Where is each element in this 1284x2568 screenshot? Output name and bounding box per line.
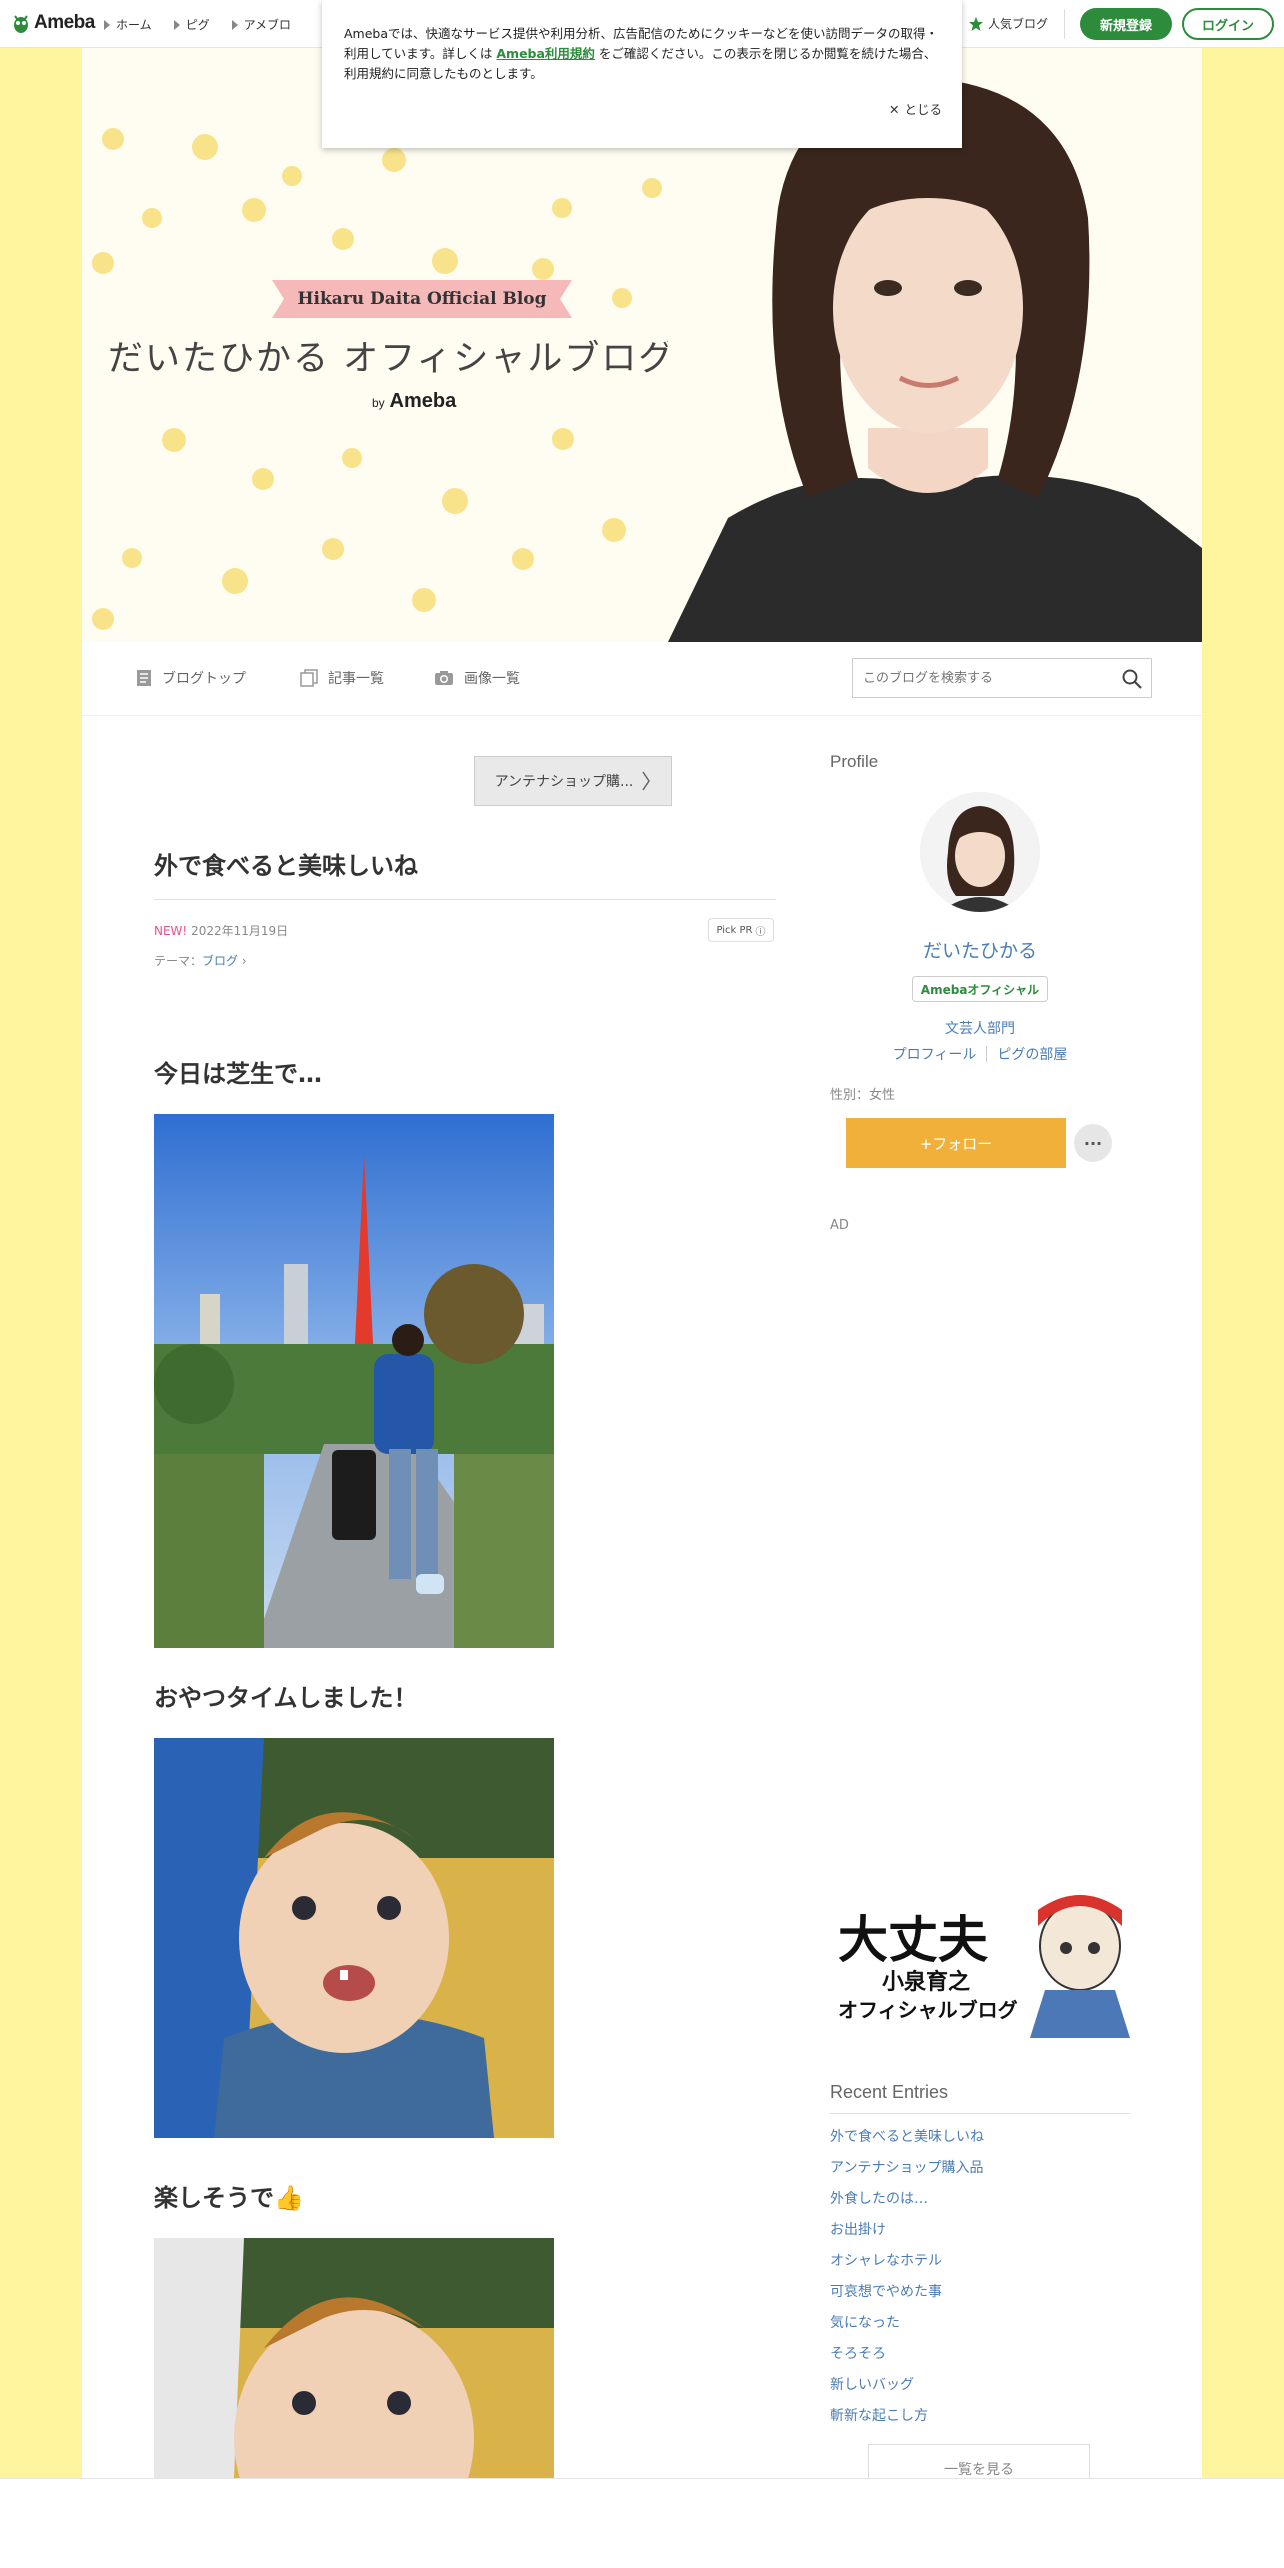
entry-photo-baby-2[interactable] <box>154 2238 554 2478</box>
entry-theme: テーマ：ブログ › <box>154 952 247 969</box>
blog-nav: ブログトップ 記事一覧 画像一覧 <box>82 642 1202 716</box>
popular-blog-link[interactable]: 人気ブログ <box>968 15 1048 32</box>
entry-meta: NEW! 2022年11月19日 <box>154 922 288 939</box>
banner-subtitle: 小泉育之 <box>882 1970 971 1995</box>
cookie-close-button[interactable]: ✕ とじる <box>889 100 942 120</box>
profile-avatar[interactable] <box>920 792 1040 912</box>
entry-title[interactable]: 外で食べると美味しいね <box>154 846 776 900</box>
profile-gender: 性別：女性 <box>830 1088 896 1103</box>
recent-entries-heading: Recent Entries <box>830 2082 1130 2114</box>
recent-entry-link[interactable]: そろそろ <box>830 2343 1130 2374</box>
close-icon: ✕ <box>889 102 900 117</box>
brand-label: Ameba <box>389 390 457 412</box>
banner-title: 大丈夫 <box>838 1911 988 1969</box>
blog-search <box>852 658 1152 698</box>
entry-date: 2022年11月19日 <box>191 924 289 938</box>
recent-entry-link[interactable]: 外食したのは… <box>830 2188 1130 2219</box>
pig-room-link[interactable]: ピグの部屋 <box>997 1044 1067 1064</box>
recent-entry-link[interactable]: アンテナショップ購入品 <box>830 2157 1130 2188</box>
pr-entry-link[interactable]: アンテナショップ購... <box>474 756 672 806</box>
profile-heading: Profile <box>830 752 879 771</box>
entry-heading-2: おやつタイムしました！ <box>154 1684 418 1712</box>
pick-pr-label: Pick PR <box>716 924 753 936</box>
header-divider <box>1064 9 1065 39</box>
sidebar-banner-ad[interactable]: 大丈夫 小泉育之 オフィシャルブログ <box>830 1886 1130 2038</box>
by-label: by <box>372 396 385 410</box>
by-ameba-logo: by Ameba <box>372 390 456 413</box>
link-separator <box>986 1046 988 1062</box>
recent-entry-link[interactable]: 可哀想でやめた事 <box>830 2281 1130 2312</box>
theme-link[interactable]: ブログ <box>202 954 238 968</box>
pr-entry-label: アンテナショップ購... <box>494 774 634 790</box>
nav-pig-label: ピグ <box>185 18 210 32</box>
pick-pr-badge[interactable]: Pick PR ⓘ <box>708 918 774 942</box>
nav-blog-top[interactable]: ブログトップ <box>136 668 246 688</box>
copy-icon <box>300 669 318 687</box>
blog-page: Hikaru Daita Official Blog だいたひかる オフィシャル… <box>82 48 1202 2494</box>
theme-label: テーマ： <box>154 954 203 968</box>
entry-heading-1: 今日は芝生で… <box>154 1060 322 1088</box>
register-button[interactable]: 新規登録 <box>1080 8 1172 40</box>
profile-category[interactable]: 文芸人部門 <box>830 1018 1130 1038</box>
entry-photo-baby-1[interactable] <box>154 1738 554 2138</box>
nav-image-list[interactable]: 画像一覧 <box>434 668 520 688</box>
follow-button[interactable]: +フォロー <box>846 1118 1066 1168</box>
nav-ameblo[interactable]: アメブロ <box>231 16 292 33</box>
blog-title: だいたひかる オフィシャルブログ <box>108 339 676 379</box>
ameba-logo-text: Ameba <box>34 12 95 33</box>
triangle-icon <box>104 19 110 30</box>
global-nav: ホーム ピグ アメブロ <box>104 16 291 33</box>
nav-entry-list-label: 記事一覧 <box>328 671 384 687</box>
cookie-close-label: とじる <box>904 102 942 117</box>
recent-entry-link[interactable]: 外で食べると美味しいね <box>830 2126 1130 2157</box>
triangle-icon <box>173 19 180 30</box>
info-icon: ⓘ <box>755 926 766 938</box>
nav-image-list-label: 画像一覧 <box>464 671 520 687</box>
blog-search-input[interactable] <box>853 659 1103 697</box>
nav-home[interactable]: ホーム <box>104 16 152 33</box>
document-icon <box>137 670 151 686</box>
recent-entries-list: 外で食べると美味しいね アンテナショップ購入品 外食したのは… お出掛け オシャ… <box>830 2126 1130 2436</box>
entry-heading-3-text: 楽しそうで <box>154 2184 274 2212</box>
recent-entry-link[interactable]: 気になった <box>830 2312 1130 2343</box>
banner-caption: オフィシャルブログ <box>838 1998 1018 2022</box>
recent-entry-link[interactable]: お出掛け <box>830 2219 1130 2250</box>
ameba-logo-icon <box>14 15 28 33</box>
login-button[interactable]: ログイン <box>1182 8 1274 40</box>
recent-entry-link[interactable]: オシャレなホテル <box>830 2250 1130 2281</box>
popular-blog-label: 人気ブログ <box>988 17 1049 31</box>
recent-entry-link[interactable]: 斬新な起こし方 <box>830 2405 1130 2436</box>
camera-icon <box>435 671 453 685</box>
nav-pig[interactable]: ピグ <box>173 16 210 33</box>
nav-blog-top-label: ブログトップ <box>162 671 246 687</box>
thumbs-up-icon: 👍 <box>274 2184 304 2212</box>
terms-link[interactable]: Ameba利用規約 <box>496 46 595 61</box>
triangle-icon <box>231 19 238 30</box>
profile-link[interactable]: プロフィール <box>893 1044 977 1064</box>
profile-links: プロフィール ピグの部屋 <box>830 1044 1130 1064</box>
official-badge: Amebaオフィシャル <box>912 976 1048 1002</box>
entry-heading-3: 楽しそうで👍 <box>154 2178 304 2213</box>
nav-ameblo-label: アメブロ <box>243 18 292 32</box>
chevron-right-icon: › <box>241 954 247 968</box>
entry-photo-tokyo-tower[interactable] <box>154 1114 554 1648</box>
more-options-button[interactable]: ··· <box>1074 1124 1112 1162</box>
recent-entry-link[interactable]: 新しいバッグ <box>830 2374 1130 2405</box>
ad-label: AD <box>830 1218 849 1233</box>
star-icon <box>969 16 983 31</box>
header-ribbon: Hikaru Daita Official Blog <box>272 280 572 318</box>
nav-entry-list[interactable]: 記事一覧 <box>300 668 384 688</box>
chevron-right-icon <box>642 771 651 791</box>
bottom-bar <box>0 2478 1284 2568</box>
profile-name[interactable]: だいたひかる <box>830 936 1130 963</box>
ameba-logo[interactable]: Ameba <box>12 11 95 35</box>
search-icon[interactable] <box>1121 668 1143 690</box>
cookie-consent-banner: Amebaでは、快適なサービス提供や利用分析、広告配信のためにクッキーなどを使い… <box>322 0 962 148</box>
nav-home-label: ホーム <box>116 18 152 32</box>
new-badge: NEW! <box>154 924 188 938</box>
